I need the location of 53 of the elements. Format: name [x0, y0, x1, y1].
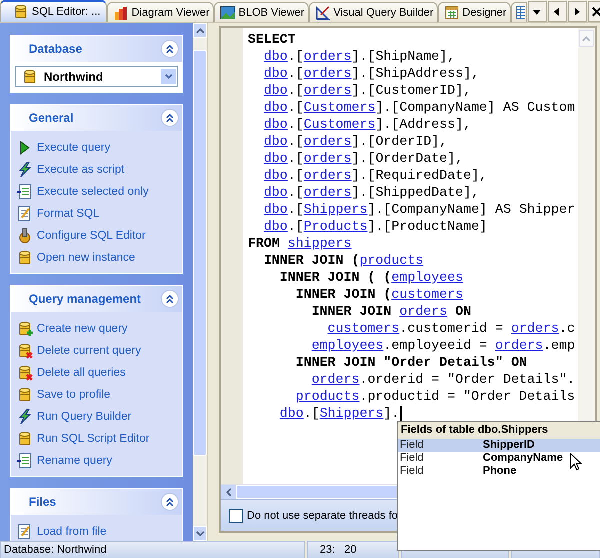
code-line: products.productid = "Order Details [294, 388, 576, 405]
completion-item[interactable]: Field CompanyName [398, 452, 600, 465]
sidebar-link[interactable]: Rename query [37, 455, 112, 467]
code-line: employees.employeeid = orders.emp [310, 337, 576, 354]
database-select[interactable]: Northwind [15, 66, 178, 87]
code-line: SELECT [248, 31, 296, 48]
tab[interactable]: Designer [438, 2, 511, 22]
sidebar-link[interactable]: Load from file [37, 526, 107, 538]
sidebar-link[interactable]: Save to profile [37, 389, 111, 401]
code-line: FROM shippers [248, 235, 352, 252]
completion-item[interactable]: Field ShipperID [398, 439, 600, 452]
code-line: INNER JOIN (products [262, 252, 424, 269]
code-line: dbo.[orders].[CustomerID], [262, 82, 472, 99]
tab[interactable]: Diagram Viewer [106, 2, 214, 22]
code-line: dbo.[orders].[ShipAddress], [262, 65, 480, 82]
sidebar-link[interactable]: Delete all queries [37, 367, 126, 379]
panel-title: Query management [29, 292, 142, 306]
code-line: dbo.[Shippers]. [278, 405, 402, 422]
panel-title: Database [29, 42, 82, 56]
panel-title: Files [29, 495, 56, 509]
code-line: dbo.[orders].[ShipName], [262, 48, 456, 65]
code-line: dbo.[Customers].[Address], [262, 116, 472, 133]
sidebar-link[interactable]: Execute selected only [37, 186, 149, 198]
code-line: INNER JOIN "Order Details" ON [294, 354, 528, 371]
code-line: INNER JOIN (customers [294, 286, 464, 303]
sidebar-link[interactable]: Execute query [37, 142, 111, 154]
status-text: 23: 20 [307, 541, 399, 558]
code-line: dbo.[orders].[ShippedDate], [262, 184, 480, 201]
completion-item[interactable]: Field Phone [398, 465, 600, 478]
sidebar-link[interactable]: Run SQL Script Editor [37, 433, 150, 445]
sidebar-link[interactable]: Delete current query [37, 345, 142, 357]
status-text: Database: Northwind [0, 541, 305, 558]
code-line: orders.orderid = "Order Details". [310, 371, 576, 388]
sidebar-link[interactable]: Configure SQL Editor [37, 230, 146, 242]
code-line: dbo.[orders].[RequiredDate], [262, 167, 488, 184]
sidebar-link[interactable]: Run Query Builder [37, 411, 132, 423]
sidebar-link[interactable]: Create new query [37, 323, 128, 335]
code-line: dbo.[Shippers].[CompanyName] AS Shipper [262, 201, 576, 218]
sidebar-link[interactable]: Execute as script [37, 164, 125, 176]
tab[interactable]: Visual Query Builder [308, 2, 438, 22]
code-line: dbo.[Customers].[CompanyName] AS Custom [262, 99, 576, 116]
sidebar-link[interactable]: Format SQL [37, 208, 100, 220]
panel-title: General [29, 111, 74, 125]
code-line: dbo.[orders].[OrderDate], [262, 150, 464, 167]
code-line: dbo.[Products].[ProductName] [262, 218, 488, 235]
code-line: INNER JOIN orders ON [310, 303, 472, 320]
code-line: dbo.[orders].[OrderID], [262, 133, 448, 150]
sidebar-link[interactable]: Open new instance [37, 252, 136, 264]
code-line: customers.customerid = orders.c [326, 320, 576, 337]
popup-title: Fields of table dbo.Shippers [398, 422, 600, 439]
code-line: INNER JOIN ( (employees [278, 269, 464, 286]
tab[interactable]: SQL Editor: ... [0, 0, 107, 22]
tab[interactable]: BLOB Viewer [214, 2, 309, 22]
